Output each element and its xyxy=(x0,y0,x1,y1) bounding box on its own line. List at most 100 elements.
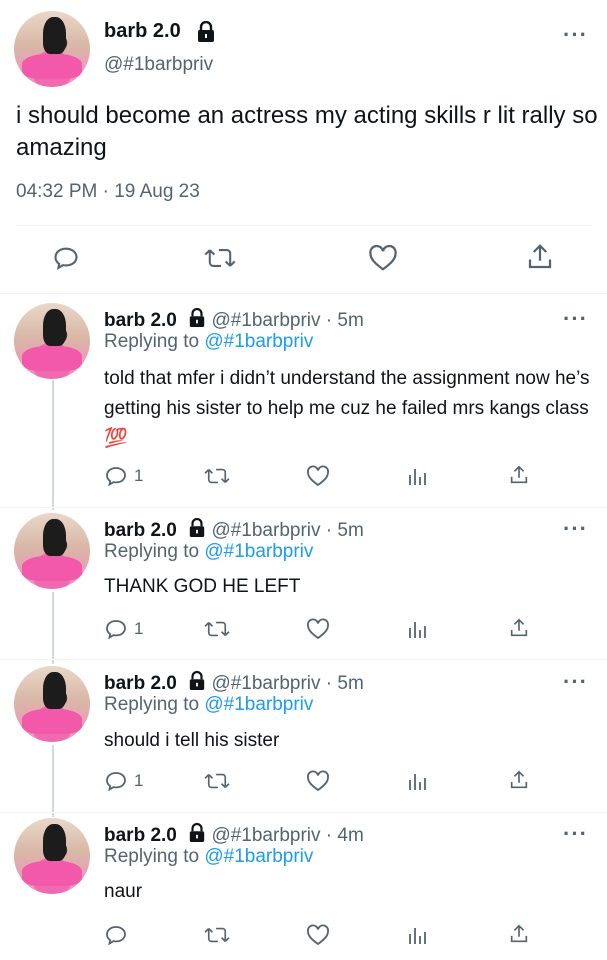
like-icon xyxy=(307,770,329,792)
analytics-icon xyxy=(409,774,426,790)
avatar-hair xyxy=(42,519,66,556)
replying-to-handle[interactable]: @#1barbpriv xyxy=(204,846,313,867)
handle[interactable]: @#1barbpriv xyxy=(211,520,320,541)
display-name[interactable]: barb 2.0 xyxy=(104,825,177,846)
share-icon xyxy=(510,618,528,637)
share-button[interactable] xyxy=(508,768,530,792)
reply-button[interactable]: 1 xyxy=(104,769,143,793)
replying-to-label: Replying to xyxy=(104,331,200,352)
avatar[interactable] xyxy=(14,666,90,742)
analytics-icon xyxy=(409,928,426,944)
share-button[interactable] xyxy=(508,616,530,640)
replying-to-handle[interactable]: @#1barbpriv xyxy=(204,694,313,715)
reply-time[interactable]: · 4m xyxy=(326,825,364,846)
like-button[interactable] xyxy=(306,465,330,487)
thread-line xyxy=(52,745,54,817)
reply-icon xyxy=(106,620,126,640)
more-options-icon[interactable]: ··· xyxy=(563,516,588,542)
share-button[interactable] xyxy=(508,463,530,487)
reply-text: THANK GOD HE LEFT xyxy=(104,576,301,597)
reply-time[interactable]: · 5m xyxy=(326,310,364,331)
share-icon xyxy=(510,924,528,943)
analytics-button[interactable] xyxy=(407,924,429,946)
display-name[interactable]: barb 2.0 xyxy=(104,310,177,331)
reply-button[interactable]: 1 xyxy=(104,464,143,488)
avatar-car xyxy=(21,53,83,80)
reply-button[interactable]: 1 xyxy=(104,617,143,641)
analytics-button[interactable] xyxy=(407,465,429,487)
retweet-button[interactable] xyxy=(203,244,237,272)
like-icon xyxy=(307,924,329,946)
like-icon xyxy=(369,244,397,271)
avatar-car xyxy=(21,345,83,372)
thread-line xyxy=(52,380,54,510)
display-name[interactable]: barb 2.0 xyxy=(104,20,181,43)
like-button[interactable] xyxy=(306,924,330,946)
avatar[interactable] xyxy=(14,818,90,894)
divider xyxy=(16,225,591,226)
avatar-hair xyxy=(42,824,66,861)
avatar-hair xyxy=(42,672,66,709)
analytics-button[interactable] xyxy=(407,770,429,792)
share-icon xyxy=(510,770,528,789)
avatar-hair xyxy=(42,309,66,346)
tweet-timestamp[interactable]: 04:32 PM · 19 Aug 23 xyxy=(16,181,200,203)
replying-to: Replying to @#1barbpriv xyxy=(104,694,313,716)
reply-text: should i tell his sister xyxy=(104,730,280,751)
like-button[interactable] xyxy=(306,618,330,640)
avatar-car xyxy=(21,555,83,582)
replying-to-label: Replying to xyxy=(104,694,200,715)
reply-text: told that mfer i didn’t understand the a… xyxy=(104,368,590,449)
more-options-icon[interactable]: ··· xyxy=(563,669,588,695)
retweet-icon xyxy=(204,927,230,943)
reply-time[interactable]: · 5m xyxy=(326,673,364,694)
retweet-button[interactable] xyxy=(203,770,231,792)
share-button[interactable] xyxy=(525,242,555,272)
avatar-car xyxy=(21,708,83,735)
reply-icon xyxy=(106,926,126,946)
replying-to-handle[interactable]: @#1barbpriv xyxy=(204,541,313,562)
replying-to: Replying to @#1barbpriv xyxy=(104,331,313,353)
handle[interactable]: @#1barbpriv xyxy=(211,310,320,331)
divider xyxy=(0,293,607,294)
retweet-icon xyxy=(204,468,230,484)
reply-button[interactable] xyxy=(104,923,134,947)
retweet-button[interactable] xyxy=(203,924,231,946)
reply-text: naur xyxy=(104,881,143,902)
handle[interactable]: @#1barbpriv xyxy=(211,825,320,846)
more-options-icon[interactable]: ··· xyxy=(563,22,588,48)
like-icon xyxy=(307,465,329,487)
analytics-button[interactable] xyxy=(407,618,429,640)
retweet-button[interactable] xyxy=(203,618,231,640)
display-name[interactable]: barb 2.0 xyxy=(104,673,177,694)
analytics-icon xyxy=(409,622,426,638)
like-button[interactable] xyxy=(368,244,398,272)
retweet-button[interactable] xyxy=(203,465,231,487)
reply-icon xyxy=(106,467,126,487)
lock-icon xyxy=(196,20,216,48)
share-icon xyxy=(510,465,528,484)
like-icon xyxy=(307,618,329,640)
retweet-icon xyxy=(204,249,236,267)
display-name[interactable]: barb 2.0 xyxy=(104,520,177,541)
divider xyxy=(0,507,607,508)
retweet-icon xyxy=(204,773,230,789)
reply-count: 1 xyxy=(134,771,144,790)
avatar[interactable] xyxy=(14,513,90,589)
reply-time[interactable]: · 5m xyxy=(326,520,364,541)
reply-button[interactable] xyxy=(52,244,80,272)
reply-count: 1 xyxy=(134,619,144,638)
share-button[interactable] xyxy=(508,922,530,946)
avatar[interactable] xyxy=(14,11,90,87)
avatar[interactable] xyxy=(14,303,90,379)
thread-line xyxy=(52,592,54,664)
more-options-icon[interactable]: ··· xyxy=(563,306,588,332)
divider xyxy=(0,659,607,660)
replying-to-handle[interactable]: @#1barbpriv xyxy=(204,331,313,352)
handle[interactable]: @#1barbpriv xyxy=(104,54,213,76)
replying-to: Replying to @#1barbpriv xyxy=(104,541,313,563)
more-options-icon[interactable]: ··· xyxy=(563,821,588,847)
like-button[interactable] xyxy=(306,770,330,792)
handle[interactable]: @#1barbpriv xyxy=(211,673,320,694)
avatar-hair xyxy=(42,17,66,54)
